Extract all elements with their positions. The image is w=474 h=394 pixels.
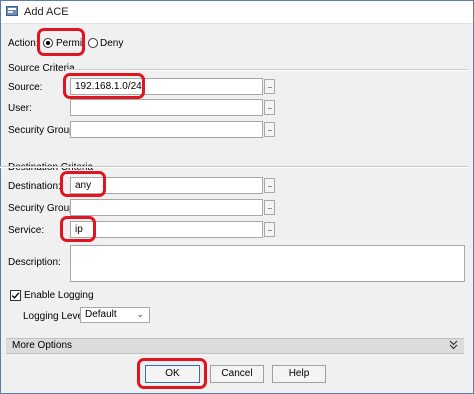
source-browse-button[interactable]: ... bbox=[264, 79, 275, 94]
destination-security-group-browse-button[interactable]: ... bbox=[264, 200, 275, 215]
cancel-button[interactable]: Cancel bbox=[210, 365, 264, 383]
title-bar[interactable] bbox=[1, 1, 473, 24]
source-security-group-input[interactable] bbox=[70, 121, 263, 138]
highlight-permit bbox=[37, 28, 85, 56]
description-label: Description: bbox=[8, 257, 61, 268]
source-security-group-label: Security Group: bbox=[8, 125, 78, 136]
user-input[interactable] bbox=[70, 99, 263, 116]
destination-security-group-label: Security Group: bbox=[8, 203, 78, 214]
more-options-label[interactable]: More Options bbox=[12, 340, 72, 351]
logging-level-select[interactable]: Default ⌄ bbox=[80, 307, 150, 323]
highlight-destination bbox=[60, 171, 106, 197]
source-label: Source: bbox=[8, 82, 43, 93]
service-label: Service: bbox=[8, 225, 45, 236]
deny-radio[interactable] bbox=[88, 38, 98, 48]
service-input[interactable]: ip bbox=[70, 221, 263, 238]
user-label: User: bbox=[8, 103, 32, 114]
source-security-group-browse-button[interactable]: ... bbox=[264, 122, 275, 137]
enable-logging-label[interactable]: Enable Logging bbox=[24, 290, 94, 301]
deny-label[interactable]: Deny bbox=[100, 38, 123, 49]
chevron-down-icon: ⌄ bbox=[136, 309, 144, 319]
destination-divider bbox=[0, 166, 468, 168]
action-label: Action: bbox=[8, 38, 39, 49]
more-options-bar[interactable] bbox=[6, 338, 464, 354]
destination-security-group-input[interactable] bbox=[70, 199, 263, 216]
user-browse-button[interactable]: ... bbox=[264, 100, 275, 115]
highlight-ok bbox=[137, 358, 207, 389]
description-textarea[interactable] bbox=[70, 245, 465, 282]
destination-label: Destination: bbox=[8, 181, 61, 192]
app-icon bbox=[6, 6, 18, 16]
enable-logging-checkbox[interactable] bbox=[10, 290, 21, 301]
help-button[interactable]: Help bbox=[272, 365, 326, 383]
source-divider bbox=[67, 69, 467, 71]
source-criteria-title: Source Criteria bbox=[8, 63, 75, 74]
logging-level-value: Default bbox=[85, 309, 117, 320]
highlight-service bbox=[60, 216, 96, 242]
destination-browse-button[interactable]: ... bbox=[264, 178, 275, 193]
double-chevron-down-icon[interactable] bbox=[449, 340, 458, 350]
highlight-source bbox=[63, 73, 145, 99]
logging-level-label: Logging Level: bbox=[23, 311, 89, 322]
service-browse-button[interactable]: ... bbox=[264, 222, 275, 237]
checkmark-icon bbox=[11, 292, 20, 299]
window-title: Add ACE bbox=[24, 6, 69, 18]
